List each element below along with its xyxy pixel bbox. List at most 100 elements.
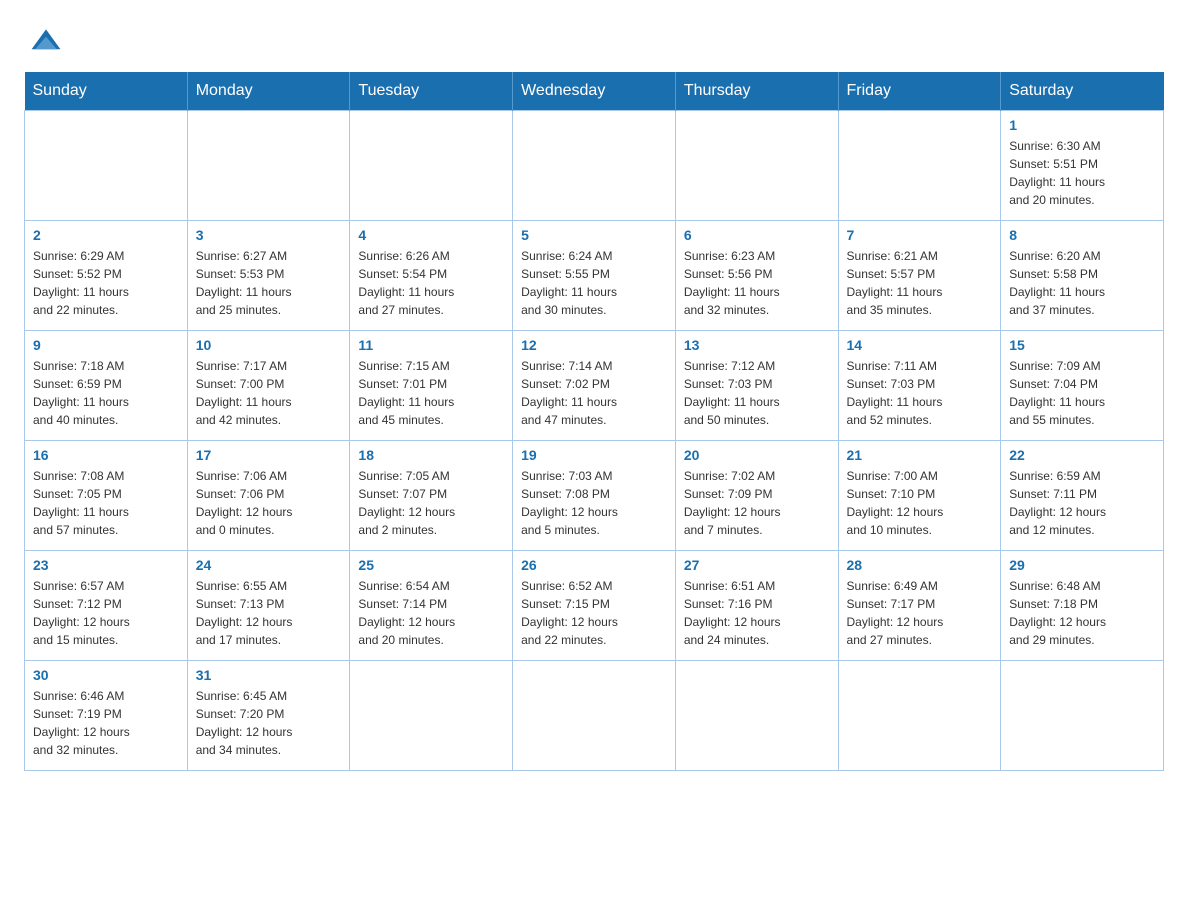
day-number: 14: [847, 337, 993, 353]
day-info: Sunrise: 6:30 AM Sunset: 5:51 PM Dayligh…: [1009, 137, 1155, 209]
calendar-cell: [675, 661, 838, 771]
calendar-cell: 26Sunrise: 6:52 AM Sunset: 7:15 PM Dayli…: [513, 551, 676, 661]
day-info: Sunrise: 6:51 AM Sunset: 7:16 PM Dayligh…: [684, 577, 830, 649]
calendar-cell: 9Sunrise: 7:18 AM Sunset: 6:59 PM Daylig…: [25, 331, 188, 441]
calendar-cell: 15 Sunrise: 7:09 AM Sunset: 7:04 PM Dayli…: [1001, 331, 1164, 441]
day-info: Sunrise: 6:57 AM Sunset: 7:12 PM Dayligh…: [33, 577, 179, 649]
calendar-cell: 18 Sunrise: 7:05 AM Sunset: 7:07 PM Dayli…: [350, 441, 513, 551]
calendar-cell: 1 Sunrise: 6:30 AM Sunset: 5:51 PM Daylig…: [1001, 111, 1164, 221]
logo-icon: [28, 24, 64, 60]
day-info: Sunrise: 6:46 AM Sunset: 7:19 PM Dayligh…: [33, 687, 179, 759]
calendar-cell: [513, 661, 676, 771]
calendar-week-5: 23 Sunrise: 6:57 AM Sunset: 7:12 PM Dayli…: [25, 551, 1164, 661]
calendar-cell: 3Sunrise: 6:27 AM Sunset: 5:53 PM Daylig…: [187, 221, 350, 331]
day-number: 22: [1009, 447, 1155, 463]
calendar-cell: [187, 111, 350, 221]
calendar-week-6: 30 Sunrise: 6:46 AM Sunset: 7:19 PM Dayli…: [25, 661, 1164, 771]
calendar-cell: 8 Sunrise: 6:20 AM Sunset: 5:58 PM Daylig…: [1001, 221, 1164, 331]
day-info: Sunrise: 6:45 AM Sunset: 7:20 PM Dayligh…: [196, 687, 342, 759]
day-number: 30: [33, 667, 179, 683]
day-number: 27: [684, 557, 830, 573]
calendar-cell: [838, 661, 1001, 771]
day-number: 16: [33, 447, 179, 463]
day-info: Sunrise: 7:14 AM Sunset: 7:02 PM Dayligh…: [521, 357, 667, 429]
calendar-cell: [1001, 661, 1164, 771]
day-info: Sunrise: 6:24 AM Sunset: 5:55 PM Dayligh…: [521, 247, 667, 319]
calendar-cell: [513, 111, 676, 221]
calendar-table: SundayMondayTuesdayWednesdayThursdayFrid…: [24, 72, 1164, 771]
day-number: 31: [196, 667, 342, 683]
day-number: 6: [684, 227, 830, 243]
calendar-cell: 13 Sunrise: 7:12 AM Sunset: 7:03 PM Dayli…: [675, 331, 838, 441]
day-number: 15: [1009, 337, 1155, 353]
calendar-header-row: SundayMondayTuesdayWednesdayThursdayFrid…: [25, 72, 1164, 111]
day-info: Sunrise: 6:26 AM Sunset: 5:54 PM Dayligh…: [358, 247, 504, 319]
day-number: 17: [196, 447, 342, 463]
calendar-week-4: 16Sunrise: 7:08 AM Sunset: 7:05 PM Dayli…: [25, 441, 1164, 551]
day-info: Sunrise: 6:55 AM Sunset: 7:13 PM Dayligh…: [196, 577, 342, 649]
day-number: 12: [521, 337, 667, 353]
day-info: Sunrise: 7:05 AM Sunset: 7:07 PM Dayligh…: [358, 467, 504, 539]
day-info: Sunrise: 7:17 AM Sunset: 7:00 PM Dayligh…: [196, 357, 342, 429]
calendar-cell: 31 Sunrise: 6:45 AM Sunset: 7:20 PM Dayli…: [187, 661, 350, 771]
day-number: 18: [358, 447, 504, 463]
day-number: 7: [847, 227, 993, 243]
calendar-cell: 23 Sunrise: 6:57 AM Sunset: 7:12 PM Dayli…: [25, 551, 188, 661]
day-info: Sunrise: 6:54 AM Sunset: 7:14 PM Dayligh…: [358, 577, 504, 649]
day-info: Sunrise: 6:29 AM Sunset: 5:52 PM Dayligh…: [33, 247, 179, 319]
page-header: [24, 24, 1164, 56]
day-info: Sunrise: 7:03 AM Sunset: 7:08 PM Dayligh…: [521, 467, 667, 539]
day-number: 8: [1009, 227, 1155, 243]
day-number: 13: [684, 337, 830, 353]
day-number: 20: [684, 447, 830, 463]
weekday-header-monday: Monday: [187, 72, 350, 111]
calendar-cell: 7 Sunrise: 6:21 AM Sunset: 5:57 PM Daylig…: [838, 221, 1001, 331]
day-info: Sunrise: 7:02 AM Sunset: 7:09 PM Dayligh…: [684, 467, 830, 539]
calendar-cell: 12 Sunrise: 7:14 AM Sunset: 7:02 PM Dayli…: [513, 331, 676, 441]
day-number: 3: [196, 227, 342, 243]
calendar-week-1: 1 Sunrise: 6:30 AM Sunset: 5:51 PM Daylig…: [25, 111, 1164, 221]
calendar-week-2: 2Sunrise: 6:29 AM Sunset: 5:52 PM Daylig…: [25, 221, 1164, 331]
calendar-cell: 27 Sunrise: 6:51 AM Sunset: 7:16 PM Dayli…: [675, 551, 838, 661]
weekday-header-saturday: Saturday: [1001, 72, 1164, 111]
day-info: Sunrise: 6:23 AM Sunset: 5:56 PM Dayligh…: [684, 247, 830, 319]
calendar-cell: 4Sunrise: 6:26 AM Sunset: 5:54 PM Daylig…: [350, 221, 513, 331]
weekday-header-wednesday: Wednesday: [513, 72, 676, 111]
weekday-header-friday: Friday: [838, 72, 1001, 111]
day-number: 29: [1009, 557, 1155, 573]
day-info: Sunrise: 7:00 AM Sunset: 7:10 PM Dayligh…: [847, 467, 993, 539]
calendar-cell: 21 Sunrise: 7:00 AM Sunset: 7:10 PM Dayli…: [838, 441, 1001, 551]
day-info: Sunrise: 7:12 AM Sunset: 7:03 PM Dayligh…: [684, 357, 830, 429]
weekday-header-sunday: Sunday: [25, 72, 188, 111]
day-number: 5: [521, 227, 667, 243]
calendar-cell: 28Sunrise: 6:49 AM Sunset: 7:17 PM Dayli…: [838, 551, 1001, 661]
calendar-cell: 16Sunrise: 7:08 AM Sunset: 7:05 PM Dayli…: [25, 441, 188, 551]
day-number: 25: [358, 557, 504, 573]
calendar-cell: [838, 111, 1001, 221]
day-info: Sunrise: 6:20 AM Sunset: 5:58 PM Dayligh…: [1009, 247, 1155, 319]
calendar-cell: 20 Sunrise: 7:02 AM Sunset: 7:09 PM Dayli…: [675, 441, 838, 551]
weekday-header-tuesday: Tuesday: [350, 72, 513, 111]
day-info: Sunrise: 6:59 AM Sunset: 7:11 PM Dayligh…: [1009, 467, 1155, 539]
calendar-cell: 19Sunrise: 7:03 AM Sunset: 7:08 PM Dayli…: [513, 441, 676, 551]
logo: [24, 24, 64, 56]
day-number: 9: [33, 337, 179, 353]
day-number: 23: [33, 557, 179, 573]
day-number: 24: [196, 557, 342, 573]
calendar-cell: [350, 111, 513, 221]
day-info: Sunrise: 7:11 AM Sunset: 7:03 PM Dayligh…: [847, 357, 993, 429]
day-info: Sunrise: 6:49 AM Sunset: 7:17 PM Dayligh…: [847, 577, 993, 649]
calendar-cell: 29Sunrise: 6:48 AM Sunset: 7:18 PM Dayli…: [1001, 551, 1164, 661]
day-number: 1: [1009, 117, 1155, 133]
calendar-cell: 30 Sunrise: 6:46 AM Sunset: 7:19 PM Dayli…: [25, 661, 188, 771]
day-info: Sunrise: 7:09 AM Sunset: 7:04 PM Dayligh…: [1009, 357, 1155, 429]
calendar-cell: [350, 661, 513, 771]
day-info: Sunrise: 6:21 AM Sunset: 5:57 PM Dayligh…: [847, 247, 993, 319]
calendar-cell: 14 Sunrise: 7:11 AM Sunset: 7:03 PM Dayli…: [838, 331, 1001, 441]
calendar-cell: 2Sunrise: 6:29 AM Sunset: 5:52 PM Daylig…: [25, 221, 188, 331]
calendar-cell: 5 Sunrise: 6:24 AM Sunset: 5:55 PM Daylig…: [513, 221, 676, 331]
calendar-week-3: 9Sunrise: 7:18 AM Sunset: 6:59 PM Daylig…: [25, 331, 1164, 441]
calendar-cell: 25 Sunrise: 6:54 AM Sunset: 7:14 PM Dayli…: [350, 551, 513, 661]
day-number: 21: [847, 447, 993, 463]
calendar-cell: [25, 111, 188, 221]
